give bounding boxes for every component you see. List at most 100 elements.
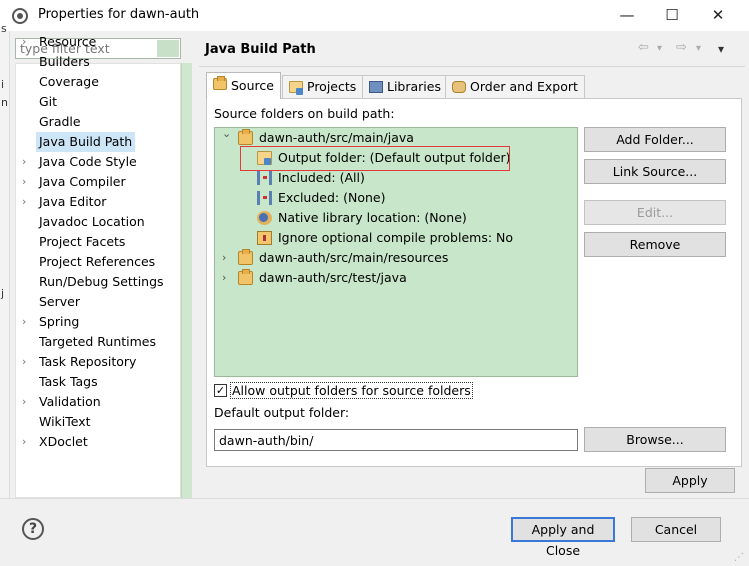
allow-output-label[interactable]: Allow output folders for source folders bbox=[230, 382, 473, 399]
source-folder-node[interactable]: › dawn-auth/src/main/resources bbox=[222, 248, 574, 268]
tree-node-label: Native library location: (None) bbox=[278, 210, 467, 225]
chevron-right-icon[interactable]: › bbox=[22, 172, 34, 192]
tab-source[interactable]: Source bbox=[206, 72, 281, 99]
sidebar-item-wikitext[interactable]: WikiText bbox=[22, 412, 178, 432]
exclusion-filter-icon bbox=[257, 191, 272, 205]
forward-arrow-icon[interactable]: ⇨ bbox=[676, 40, 687, 55]
allow-output-checkbox[interactable]: ✓ bbox=[214, 384, 227, 397]
default-output-field[interactable] bbox=[214, 429, 578, 451]
native-library-icon bbox=[257, 211, 272, 225]
sidebar-item-task-repository[interactable]: › Task Repository bbox=[22, 352, 178, 372]
chevron-right-icon[interactable]: › bbox=[22, 352, 34, 372]
sidebar-item-validation[interactable]: › Validation bbox=[22, 392, 178, 412]
sidebar-item-run-debug-settings[interactable]: Run/Debug Settings bbox=[22, 272, 178, 292]
strip-text: s bbox=[1, 22, 7, 35]
chevron-right-icon[interactable]: › bbox=[22, 32, 34, 52]
source-attribute-node[interactable]: Ignore optional compile problems: No bbox=[242, 228, 574, 248]
chevron-right-icon[interactable]: › bbox=[22, 432, 34, 452]
sidebar-item-resource[interactable]: › Resource bbox=[22, 32, 178, 52]
remove-button[interactable]: Remove bbox=[584, 232, 726, 257]
sidebar-item-label: Java Code Style bbox=[39, 154, 137, 169]
tree-node-label: Excluded: (None) bbox=[278, 190, 386, 205]
sidebar-item-server[interactable]: Server bbox=[22, 292, 178, 312]
tab-order-and-export[interactable]: Order and Export bbox=[445, 75, 585, 98]
add-folder-button[interactable]: Add Folder... bbox=[584, 127, 726, 152]
chevron-right-icon[interactable]: › bbox=[22, 192, 34, 212]
help-icon[interactable]: ? bbox=[22, 518, 44, 540]
sidebar-item-builders[interactable]: Builders bbox=[22, 52, 178, 72]
apply-button[interactable]: Apply bbox=[645, 468, 735, 493]
package-folder-icon bbox=[238, 129, 253, 145]
browse-button[interactable]: Browse... bbox=[584, 427, 726, 452]
tab-label: Order and Export bbox=[470, 79, 578, 94]
sidebar-item-task-tags[interactable]: Task Tags bbox=[22, 372, 178, 392]
default-output-label: Default output folder: bbox=[214, 405, 350, 420]
sidebar-item-label: Resource bbox=[39, 34, 97, 49]
sidebar-item-label: Project Facets bbox=[39, 234, 126, 249]
sidebar-item-label: Javadoc Location bbox=[39, 214, 145, 229]
sidebar-item-label: Java Editor bbox=[39, 194, 107, 209]
sidebar-item-javadoc-location[interactable]: Javadoc Location bbox=[22, 212, 178, 232]
forward-menu-icon[interactable]: ▾ bbox=[696, 43, 701, 54]
source-folder-node[interactable]: › dawn-auth/src/test/java bbox=[222, 268, 574, 288]
sidebar-item-label: Server bbox=[39, 294, 80, 309]
tab-libraries[interactable]: Libraries bbox=[362, 75, 448, 98]
source-folder-icon bbox=[213, 76, 227, 90]
edit-button[interactable]: Edit... bbox=[584, 200, 726, 225]
highlight-annotation bbox=[240, 146, 510, 171]
sidebar-item-label: Task Repository bbox=[39, 354, 137, 369]
tab-projects[interactable]: Projects bbox=[282, 75, 364, 98]
sidebar-item-coverage[interactable]: Coverage bbox=[22, 72, 178, 92]
sidebar-item-xdoclet[interactable]: › XDoclet bbox=[22, 432, 178, 452]
sidebar-item-project-references[interactable]: Project References bbox=[22, 252, 178, 272]
sidebar-item-label: Git bbox=[39, 94, 58, 109]
chevron-right-icon[interactable]: › bbox=[22, 392, 34, 412]
sidebar-item-git[interactable]: Git bbox=[22, 92, 178, 112]
source-attribute-node[interactable]: Native library location: (None) bbox=[242, 208, 574, 228]
sidebar-item-label: Java Build Path bbox=[36, 132, 136, 152]
compile-problems-icon bbox=[257, 231, 272, 245]
strip-text: n bbox=[1, 96, 8, 109]
back-menu-icon[interactable]: ▾ bbox=[657, 43, 662, 54]
sidebar-item-label: Spring bbox=[39, 314, 80, 329]
cancel-button[interactable]: Cancel bbox=[631, 517, 721, 542]
chevron-right-icon[interactable]: › bbox=[22, 312, 34, 332]
tree-node-label: dawn-auth/src/test/java bbox=[259, 270, 407, 285]
chevron-right-icon[interactable]: › bbox=[222, 248, 234, 268]
view-menu-icon[interactable]: ▾ bbox=[718, 42, 724, 56]
source-attribute-node[interactable]: Excluded: (None) bbox=[242, 188, 574, 208]
sidebar-item-label: Java Compiler bbox=[39, 174, 126, 189]
strip-text: j bbox=[1, 287, 5, 300]
sidebar-scrollbar[interactable] bbox=[181, 63, 192, 498]
sidebar-item-java-build-path[interactable]: Java Build Path bbox=[22, 132, 178, 152]
chevron-right-icon[interactable]: › bbox=[22, 152, 34, 172]
sidebar-item-java-compiler[interactable]: › Java Compiler bbox=[22, 172, 178, 192]
back-arrow-icon[interactable]: ⇦ bbox=[638, 40, 649, 55]
tree-node-label: Included: (All) bbox=[278, 170, 365, 185]
minimize-button[interactable]: — bbox=[612, 4, 642, 26]
inclusion-filter-icon bbox=[257, 171, 272, 185]
source-folder-node[interactable]: ⌄ dawn-auth/src/main/java bbox=[222, 127, 574, 148]
chevron-down-icon[interactable]: ⌄ bbox=[222, 124, 234, 144]
source-folders-label: Source folders on build path: bbox=[214, 106, 395, 121]
order-export-icon bbox=[452, 81, 466, 93]
link-source-button[interactable]: Link Source... bbox=[584, 159, 726, 184]
sidebar-item-java-code-style[interactable]: › Java Code Style bbox=[22, 152, 178, 172]
chevron-right-icon[interactable]: › bbox=[222, 268, 234, 288]
sidebar-item-label: Targeted Runtimes bbox=[39, 334, 156, 349]
sidebar-item-spring[interactable]: › Spring bbox=[22, 312, 178, 332]
sidebar-item-label: Project References bbox=[39, 254, 156, 269]
sidebar-item-project-facets[interactable]: Project Facets bbox=[22, 232, 178, 252]
tab-label: Libraries bbox=[387, 79, 441, 94]
eclipse-app-icon bbox=[12, 8, 28, 24]
sidebar-item-label: Builders bbox=[39, 54, 90, 69]
projects-icon bbox=[289, 81, 303, 95]
source-attribute-node[interactable]: Included: (All) bbox=[242, 168, 574, 188]
maximize-button[interactable]: ☐ bbox=[657, 4, 687, 26]
apply-and-close-button[interactable]: Apply and Close bbox=[511, 517, 615, 558]
resize-grip-icon[interactable]: ⋰ bbox=[734, 552, 746, 564]
close-button[interactable]: ✕ bbox=[703, 4, 733, 26]
sidebar-item-gradle[interactable]: Gradle bbox=[22, 112, 178, 132]
sidebar-item-targeted-runtimes[interactable]: Targeted Runtimes bbox=[22, 332, 178, 352]
sidebar-item-java-editor[interactable]: › Java Editor bbox=[22, 192, 178, 212]
